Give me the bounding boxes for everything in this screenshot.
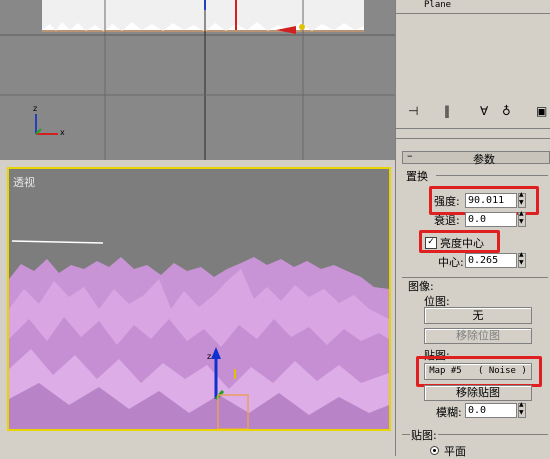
divider: [396, 138, 550, 139]
remove-map-button[interactable]: 移除贴图: [424, 385, 532, 401]
object-name-field[interactable]: Plane: [424, 0, 451, 10]
decay-input[interactable]: 0.0: [465, 212, 517, 227]
blur-label: 模糊:: [436, 406, 462, 419]
planar-radio[interactable]: [430, 446, 439, 455]
top-axis-x-label: x: [60, 128, 65, 137]
persp-axis-z-label: z: [207, 352, 212, 361]
terrain-canvas: [9, 240, 389, 429]
make-unique-icon[interactable]: ∀: [480, 104, 488, 118]
center-spinner[interactable]: [518, 251, 526, 268]
displacement-group-label: 置换: [406, 170, 428, 183]
rollout-title: 参数: [473, 153, 495, 166]
divider: [436, 175, 548, 176]
decay-spinner[interactable]: [518, 210, 526, 227]
blur-input[interactable]: 0.0: [465, 403, 517, 418]
divider: [396, 13, 550, 14]
viewport-splitter[interactable]: [0, 160, 395, 167]
show-end-result-icon[interactable]: ‖: [444, 104, 450, 118]
pin-stack-icon[interactable]: ⊣: [408, 104, 418, 118]
center-label: 中心:: [438, 256, 464, 269]
center-input[interactable]: 0.265: [465, 253, 517, 268]
top-viewport[interactable]: z x: [0, 0, 395, 160]
configure-modifier-sets-icon[interactable]: ▣: [536, 104, 547, 118]
map-button-highlight: [416, 356, 542, 387]
remove-bitmap-button[interactable]: 移除位图: [424, 328, 532, 344]
bitmap-none-button[interactable]: 无: [424, 307, 532, 324]
blur-spinner[interactable]: [518, 401, 526, 418]
mapping-group-label: 贴图:: [410, 427, 438, 443]
rollout-collapse-icon[interactable]: –: [407, 149, 413, 162]
luminance-center-highlight: [419, 230, 500, 253]
planar-label: 平面: [444, 445, 466, 458]
perspective-viewport[interactable]: 透视 z: [7, 167, 391, 431]
image-group-label: 图像:: [408, 280, 434, 293]
decay-label: 衰退:: [434, 214, 460, 227]
viewport-bottom-bar: [0, 431, 395, 456]
parameters-rollout-header[interactable]: – 参数: [402, 149, 550, 166]
remove-modifier-icon[interactable]: ♁: [502, 104, 511, 118]
top-axis-z-label: z: [33, 104, 38, 113]
command-panel: Plane ⊣ ‖ ∀ ♁ ▣ – 参数 置换 强度: 90.011 衰退: 0…: [395, 0, 550, 458]
divider: [396, 128, 550, 129]
